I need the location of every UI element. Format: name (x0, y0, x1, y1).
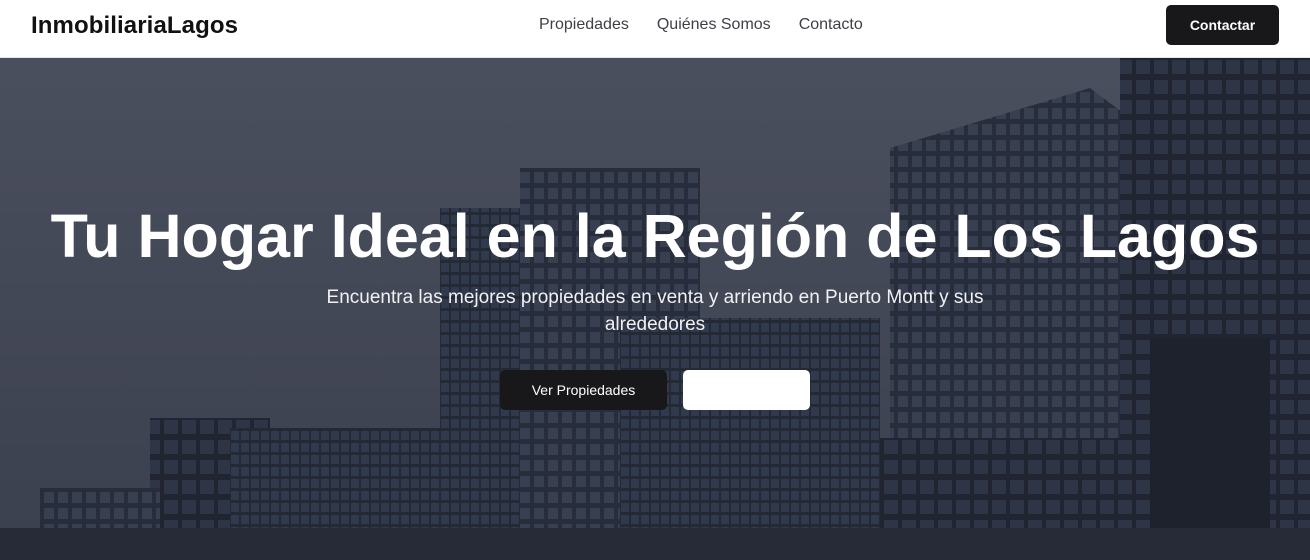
nav-link-contacto[interactable]: Contacto (799, 16, 863, 34)
nav-link-propiedades[interactable]: Propiedades (539, 16, 629, 34)
hero-title: Tu Hogar Ideal en la Región de Los Lagos (50, 202, 1260, 270)
nav-link-quienes-somos[interactable]: Quiénes Somos (657, 16, 771, 34)
brand-logo[interactable]: InmobiliariaLagos (31, 12, 238, 40)
main-nav: Propiedades Quiénes Somos Contacto (539, 16, 863, 34)
hero-subtitle: Encuentra las mejores propiedades en ven… (326, 287, 984, 335)
hero-content: Tu Hogar Ideal en la Región de Los Lagos… (0, 58, 1310, 560)
contactar-button[interactable]: Contactar (1166, 5, 1279, 45)
hero-section: Tu Hogar Ideal en la Región de Los Lagos… (0, 58, 1310, 560)
top-navbar: InmobiliariaLagos Propiedades Quiénes So… (0, 0, 1310, 58)
ver-propiedades-button[interactable]: Ver Propiedades (500, 370, 667, 410)
secondary-hero-button[interactable] (683, 370, 810, 410)
